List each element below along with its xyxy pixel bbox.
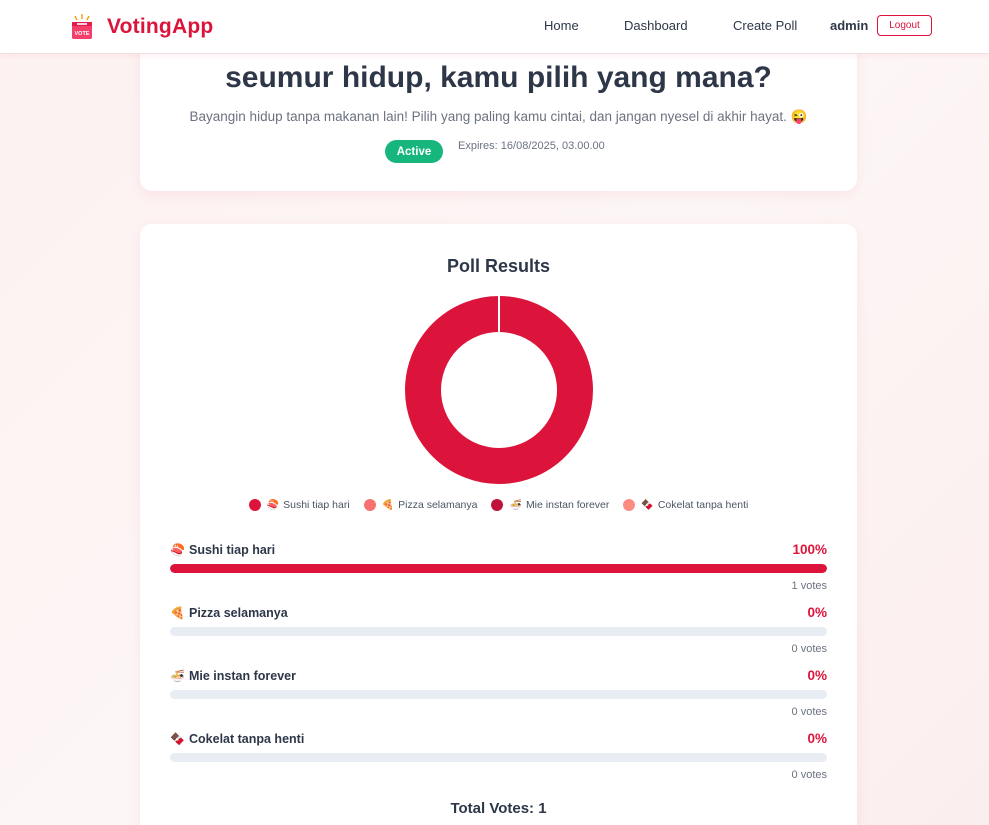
option-votes: 0 votes: [791, 706, 827, 718]
option-votes: 0 votes: [791, 643, 827, 655]
result-row-cokelat: 🍫 Cokelat tanpa henti 0% 0 votes: [170, 731, 827, 781]
option-label: Sushi tiap hari: [189, 543, 276, 557]
result-row-sushi: 🍣 Sushi tiap hari 100% 1 votes: [170, 542, 827, 592]
chocolate-icon: 🍫: [170, 732, 185, 746]
option-votes: 0 votes: [791, 769, 827, 781]
pizza-icon: 🍕: [381, 499, 395, 511]
logout-button[interactable]: Logout: [877, 15, 932, 36]
legend-label: Pizza selamanya: [398, 499, 478, 511]
legend-item-cokelat[interactable]: 🍫 Cokelat tanpa henti: [623, 499, 748, 511]
legend-item-pizza[interactable]: 🍕 Pizza selamanya: [363, 499, 478, 511]
legend-swatch: [363, 499, 376, 511]
noodle-icon: 🍜: [509, 499, 522, 511]
progress-track: [170, 627, 827, 636]
legend-swatch: [248, 499, 261, 511]
legend-swatch: [623, 499, 636, 511]
nav-username: admin: [830, 18, 869, 33]
poll-description: Bayangin hidup tanpa makanan lain! Pilih…: [189, 109, 808, 124]
poll-results-card: Poll Results 🍣 Sushi tiap hari 🍕 Pizza s…: [140, 224, 857, 825]
legend-item-sushi[interactable]: 🍣 Sushi tiap hari: [248, 499, 350, 511]
option-percent: 0%: [807, 731, 827, 746]
option-label: Pizza selamanya: [189, 606, 288, 620]
option-percent: 100%: [792, 542, 827, 557]
legend-swatch: [491, 499, 504, 511]
progress-fill: [170, 564, 827, 573]
poll-title: seumur hidup, kamu pilih yang mana?: [225, 61, 772, 94]
nav-dashboard[interactable]: Dashboard: [624, 18, 688, 33]
results-donut-chart: [405, 296, 593, 484]
poll-expiry: Expires: 16/08/2025, 03.00.00: [458, 140, 605, 152]
nav-home[interactable]: Home: [544, 18, 579, 33]
option-label: Cokelat tanpa henti: [189, 732, 305, 746]
result-row-pizza: 🍕 Pizza selamanya 0% 0 votes: [170, 605, 827, 655]
noodle-icon: 🍜: [170, 669, 185, 683]
results-heading: Poll Results: [446, 256, 551, 276]
navbar: VOTE VotingApp Home Dashboard Create Pol…: [0, 0, 989, 54]
nav-links: Home Dashboard Create Poll admin Logout: [0, 0, 989, 53]
sushi-icon: 🍣: [266, 499, 280, 511]
legend-label: Cokelat tanpa henti: [657, 499, 749, 511]
pizza-icon: 🍕: [170, 606, 185, 620]
progress-track: [170, 690, 827, 699]
result-row-mie: 🍜 Mie instan forever 0% 0 votes: [170, 668, 827, 718]
legend-item-mie[interactable]: 🍜 Mie instan forever: [491, 499, 609, 511]
legend-label: Sushi tiap hari: [283, 499, 350, 511]
donut-slice-0[interactable]: [405, 296, 593, 484]
progress-track: [170, 564, 827, 573]
chocolate-icon: 🍫: [641, 499, 654, 511]
nav-create-poll[interactable]: Create Poll: [733, 18, 797, 33]
chart-legend: 🍣 Sushi tiap hari 🍕 Pizza selamanya 🍜 Mi…: [140, 499, 857, 511]
status-badge: Active: [385, 140, 443, 163]
option-percent: 0%: [807, 668, 827, 683]
option-votes: 1 votes: [791, 580, 827, 592]
total-votes: Total Votes: 1: [450, 800, 547, 817]
option-label: Mie instan forever: [189, 669, 296, 683]
option-percent: 0%: [807, 605, 827, 620]
progress-track: [170, 753, 827, 762]
legend-label: Mie instan forever: [525, 499, 610, 511]
sushi-icon: 🍣: [170, 543, 185, 557]
